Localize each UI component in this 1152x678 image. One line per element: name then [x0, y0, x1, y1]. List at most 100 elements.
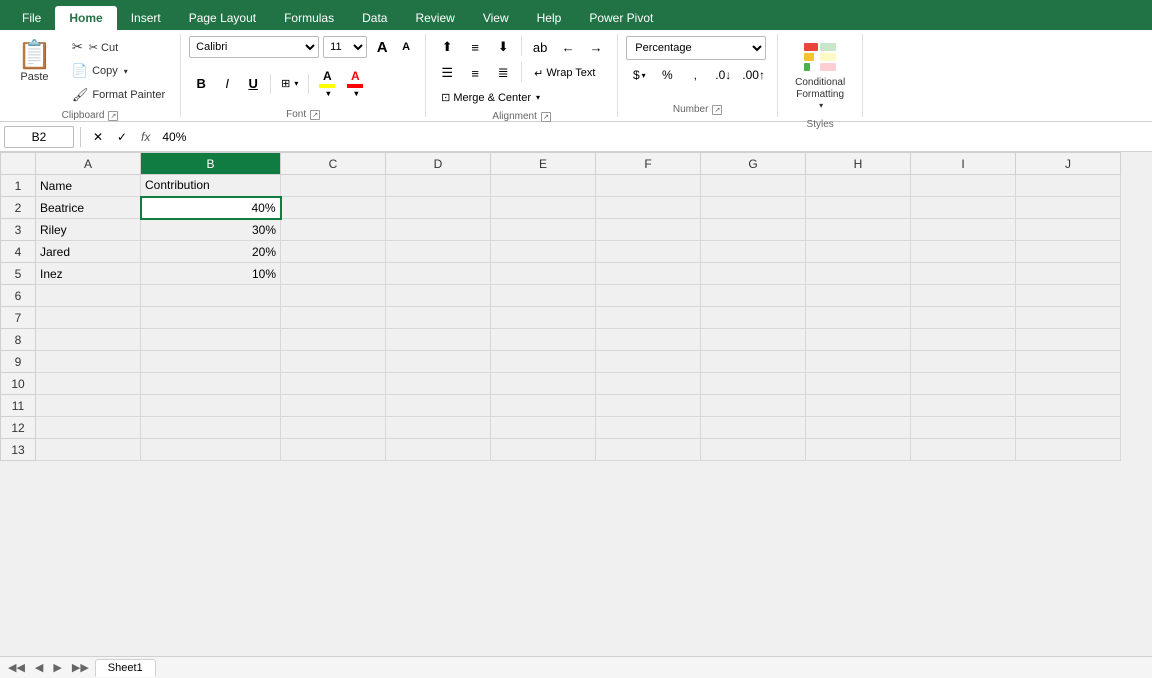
borders-button[interactable]: ⊞ ▾ — [276, 74, 303, 93]
cell-j1[interactable] — [1016, 175, 1121, 197]
cell-e13[interactable] — [491, 439, 596, 461]
cell-i2[interactable] — [911, 197, 1016, 219]
indent-inc-button[interactable]: → — [583, 36, 609, 58]
conditional-formatting-button[interactable]: ConditionalFormatting ▾ — [786, 36, 854, 115]
cell-f12[interactable] — [596, 417, 701, 439]
cell-f8[interactable] — [596, 329, 701, 351]
tab-data[interactable]: Data — [348, 6, 401, 30]
row-header-8[interactable]: 8 — [1, 329, 36, 351]
sheet-tab-sheet1[interactable]: Sheet1 — [95, 659, 156, 677]
cell-j8[interactable] — [1016, 329, 1121, 351]
row-header-10[interactable]: 10 — [1, 373, 36, 395]
corner-header[interactable] — [1, 153, 36, 175]
col-header-j[interactable]: J — [1016, 153, 1121, 175]
cell-d7[interactable] — [386, 307, 491, 329]
cell-c12[interactable] — [281, 417, 386, 439]
col-header-i[interactable]: I — [911, 153, 1016, 175]
cell-a12[interactable] — [36, 417, 141, 439]
row-header-4[interactable]: 4 — [1, 241, 36, 263]
tab-help[interactable]: Help — [523, 6, 576, 30]
cell-h13[interactable] — [806, 439, 911, 461]
cell-h6[interactable] — [806, 285, 911, 307]
sheet-nav-first[interactable]: ◀◀ — [4, 661, 29, 674]
cell-j13[interactable] — [1016, 439, 1121, 461]
cell-h8[interactable] — [806, 329, 911, 351]
increase-decimal-button[interactable]: .00↑ — [738, 64, 769, 86]
cell-c9[interactable] — [281, 351, 386, 373]
col-header-g[interactable]: G — [701, 153, 806, 175]
cell-j12[interactable] — [1016, 417, 1121, 439]
cell-h1[interactable] — [806, 175, 911, 197]
cell-a10[interactable] — [36, 373, 141, 395]
row-header-11[interactable]: 11 — [1, 395, 36, 417]
cell-a9[interactable] — [36, 351, 141, 373]
cell-c5[interactable] — [281, 263, 386, 285]
row-header-5[interactable]: 5 — [1, 263, 36, 285]
cell-i8[interactable] — [911, 329, 1016, 351]
cell-d4[interactable] — [386, 241, 491, 263]
sheet-nav-prev[interactable]: ◀ — [31, 661, 47, 674]
cell-i11[interactable] — [911, 395, 1016, 417]
cell-f5[interactable] — [596, 263, 701, 285]
tab-formulas[interactable]: Formulas — [270, 6, 348, 30]
cell-d10[interactable] — [386, 373, 491, 395]
number-format-select[interactable]: Percentage — [626, 36, 766, 60]
cell-f4[interactable] — [596, 241, 701, 263]
cell-f3[interactable] — [596, 219, 701, 241]
cell-e11[interactable] — [491, 395, 596, 417]
col-header-a[interactable]: A — [36, 153, 141, 175]
tab-power-pivot[interactable]: Power Pivot — [575, 6, 667, 30]
cell-g10[interactable] — [701, 373, 806, 395]
cell-h10[interactable] — [806, 373, 911, 395]
font-expand[interactable]: ↗ — [310, 110, 320, 120]
row-header-1[interactable]: 1 — [1, 175, 36, 197]
cell-i6[interactable] — [911, 285, 1016, 307]
tab-file[interactable]: File — [8, 6, 55, 30]
format-painter-button[interactable]: 🖌 Format Painter — [65, 84, 172, 106]
cell-a2[interactable]: Beatrice — [36, 197, 141, 219]
cell-e3[interactable] — [491, 219, 596, 241]
cell-a6[interactable] — [36, 285, 141, 307]
row-header-9[interactable]: 9 — [1, 351, 36, 373]
cell-f13[interactable] — [596, 439, 701, 461]
cell-b3[interactable]: 30% — [141, 219, 281, 241]
row-header-2[interactable]: 2 — [1, 197, 36, 219]
col-header-b[interactable]: B — [141, 153, 281, 175]
cell-e8[interactable] — [491, 329, 596, 351]
sheet-container[interactable]: A B C D E F G H I J 1NameContribution2Be… — [0, 152, 1152, 656]
cell-j2[interactable] — [1016, 197, 1121, 219]
cell-c4[interactable] — [281, 241, 386, 263]
cell-b2[interactable]: 40% — [141, 197, 281, 219]
cell-g6[interactable] — [701, 285, 806, 307]
align-middle-button[interactable]: ≡ — [462, 36, 488, 58]
cell-g2[interactable] — [701, 197, 806, 219]
col-header-f[interactable]: F — [596, 153, 701, 175]
cell-d9[interactable] — [386, 351, 491, 373]
align-left-button[interactable]: ☰ — [434, 62, 460, 84]
cell-g1[interactable] — [701, 175, 806, 197]
cell-f9[interactable] — [596, 351, 701, 373]
percent-button[interactable]: % — [654, 64, 680, 86]
indent-dec-button[interactable]: ← — [555, 36, 581, 58]
decrease-font-size-button[interactable]: A — [395, 36, 417, 58]
increase-font-size-button[interactable]: A — [371, 36, 393, 58]
cell-a7[interactable] — [36, 307, 141, 329]
cell-g3[interactable] — [701, 219, 806, 241]
cell-b1[interactable]: Contribution — [141, 175, 281, 197]
clipboard-expand[interactable]: ↗ — [108, 111, 118, 121]
cell-c10[interactable] — [281, 373, 386, 395]
cell-b9[interactable] — [141, 351, 281, 373]
cell-h5[interactable] — [806, 263, 911, 285]
align-bottom-button[interactable]: ⬇ — [490, 36, 516, 58]
cell-j3[interactable] — [1016, 219, 1121, 241]
cell-b11[interactable] — [141, 395, 281, 417]
tab-view[interactable]: View — [469, 6, 523, 30]
cell-d6[interactable] — [386, 285, 491, 307]
italic-button[interactable]: I — [215, 72, 239, 96]
cell-i1[interactable] — [911, 175, 1016, 197]
cell-b10[interactable] — [141, 373, 281, 395]
sheet-nav-last[interactable]: ▶▶ — [68, 661, 93, 674]
cell-i5[interactable] — [911, 263, 1016, 285]
cell-b7[interactable] — [141, 307, 281, 329]
cell-c2[interactable] — [281, 197, 386, 219]
